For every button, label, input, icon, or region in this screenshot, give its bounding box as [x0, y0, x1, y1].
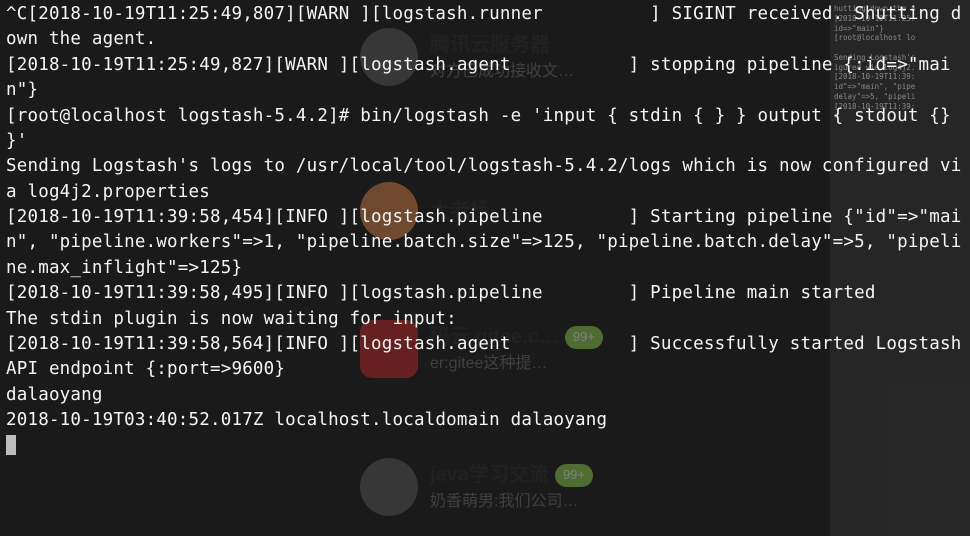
terminal-cursor [6, 435, 16, 455]
terminal-output[interactable]: ^C[2018-10-19T11:25:49,807][WARN ][logst… [0, 0, 970, 536]
